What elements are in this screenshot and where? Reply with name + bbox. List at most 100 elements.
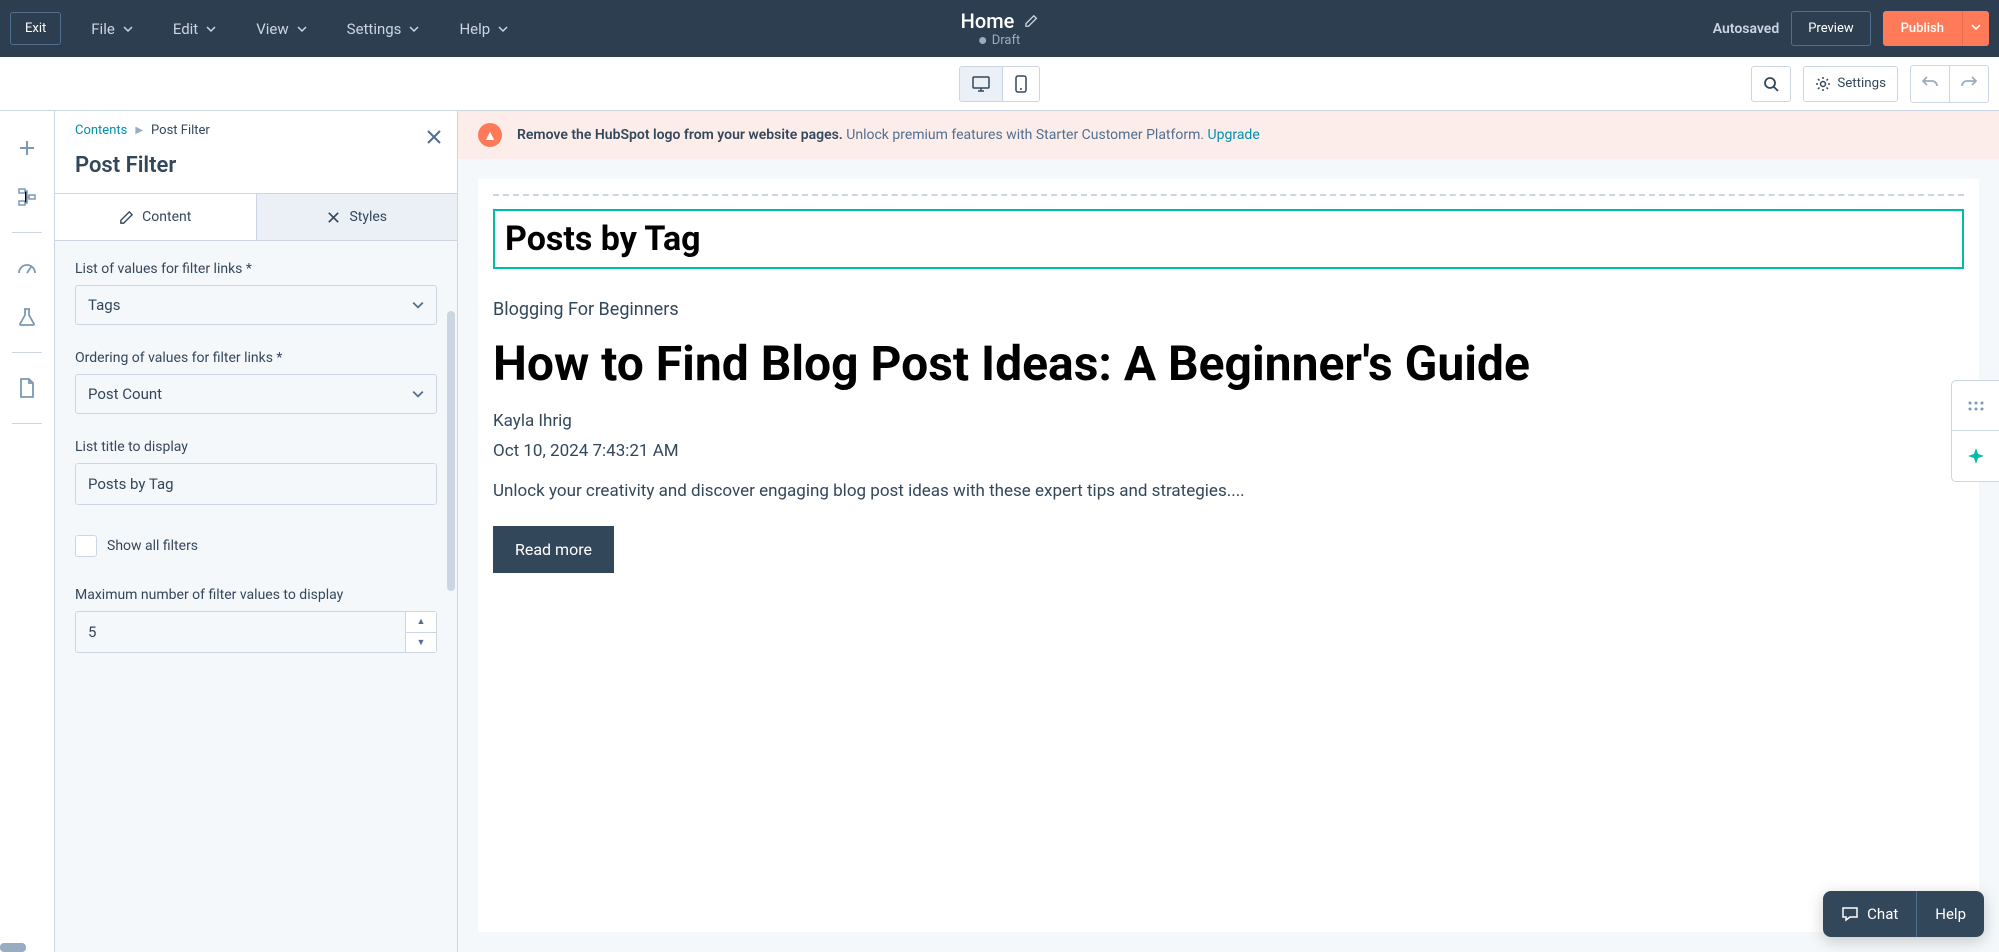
sparkle-icon: [1966, 446, 1986, 466]
draft-label: Draft: [992, 33, 1021, 48]
banner-light: Unlock premium features with Starter Cus…: [843, 127, 1208, 143]
rail-divider: [12, 232, 42, 233]
tab-content[interactable]: Content: [55, 194, 257, 240]
publish-dropdown-button[interactable]: [1962, 11, 1989, 46]
drop-zone-indicator: [493, 194, 1964, 199]
rail-divider: [12, 352, 42, 353]
menu-file[interactable]: File: [91, 20, 133, 38]
mobile-view-button[interactable]: [1003, 67, 1039, 101]
number-stepper: ▲ ▼: [405, 611, 437, 653]
menu-bar: File Edit View Settings Help: [91, 20, 508, 38]
desktop-view-button[interactable]: [960, 67, 1003, 101]
grip-icon: [1967, 400, 1985, 412]
contents-tool-button[interactable]: [5, 175, 49, 219]
undo-button[interactable]: [1911, 66, 1950, 102]
edit-icon[interactable]: [1024, 14, 1038, 28]
menu-settings[interactable]: Settings: [347, 20, 420, 38]
status-dot-icon: [979, 37, 986, 44]
menu-view[interactable]: View: [256, 20, 306, 38]
redo-button[interactable]: [1950, 66, 1988, 102]
second-bar-right: Settings: [1751, 65, 1989, 103]
settings-button[interactable]: Settings: [1803, 66, 1898, 102]
chevron-down-icon: [297, 24, 307, 34]
file-icon: [17, 377, 37, 399]
ordering-select[interactable]: Post Count: [75, 374, 437, 414]
canvas-area: ▲ Remove the HubSpot logo from your webs…: [458, 111, 1999, 952]
menu-help[interactable]: Help: [459, 20, 508, 38]
breadcrumb-root[interactable]: Contents: [75, 123, 127, 138]
left-tool-rail: [0, 111, 55, 952]
device-bar: Settings: [0, 57, 1999, 111]
chat-button[interactable]: Chat: [1823, 891, 1917, 937]
blog-excerpt: Unlock your creativity and discover enga…: [493, 481, 1964, 501]
title-label: List title to display: [75, 439, 437, 455]
page-canvas[interactable]: Posts by Tag Blogging For Beginners How …: [478, 179, 1979, 932]
optimize-tool-button[interactable]: [5, 246, 49, 290]
add-tool-button[interactable]: [5, 126, 49, 170]
help-button[interactable]: Help: [1917, 891, 1984, 937]
selected-module[interactable]: Posts by Tag: [493, 209, 1964, 269]
page-title-block: Home Draft: [961, 9, 1039, 48]
publish-group: Publish: [1883, 11, 1989, 46]
title-input[interactable]: [75, 463, 437, 505]
desktop-icon: [972, 76, 990, 92]
posts-by-tag-heading: Posts by Tag: [505, 219, 1952, 259]
gear-icon: [1815, 76, 1831, 92]
tab-styles[interactable]: Styles: [257, 194, 458, 240]
rail-divider: [12, 423, 42, 424]
blog-date: Oct 10, 2024 7:43:21 AM: [493, 441, 1964, 461]
list-values-select[interactable]: Tags: [75, 285, 437, 325]
panel-title: Post Filter: [55, 148, 457, 193]
stepper-up-button[interactable]: ▲: [406, 612, 436, 633]
publish-button[interactable]: Publish: [1883, 11, 1962, 46]
max-number-input[interactable]: [75, 611, 405, 653]
search-button[interactable]: [1751, 66, 1791, 102]
chevron-down-icon: [409, 24, 419, 34]
preview-button[interactable]: Preview: [1791, 11, 1870, 46]
chevron-down-icon: [412, 388, 424, 400]
list-values-value: Tags: [88, 296, 120, 314]
top-toolbar: Exit File Edit View Settings Help Home D…: [0, 0, 1999, 57]
chevron-right-icon: ▶: [135, 125, 143, 136]
settings-label: Settings: [1837, 76, 1886, 91]
tree-icon: [16, 186, 38, 208]
show-filters-row: Show all filters: [75, 535, 437, 557]
menu-help-label: Help: [459, 20, 490, 38]
grid-handle-button[interactable]: [1952, 381, 1999, 431]
show-filters-toggle[interactable]: [75, 535, 97, 557]
close-icon: [426, 129, 442, 145]
right-float-rail: [1951, 380, 1999, 482]
close-panel-button[interactable]: [426, 126, 442, 150]
upgrade-banner: ▲ Remove the HubSpot logo from your webs…: [458, 111, 1999, 159]
undo-icon: [1922, 75, 1938, 89]
blog-category[interactable]: Blogging For Beginners: [493, 299, 1964, 320]
chevron-down-icon: [206, 24, 216, 34]
breadcrumb: Contents ▶ Post Filter: [75, 123, 437, 138]
chevron-down-icon: [412, 299, 424, 311]
exit-button[interactable]: Exit: [10, 12, 61, 45]
page-title[interactable]: Home: [961, 9, 1015, 33]
test-tool-button[interactable]: [5, 295, 49, 339]
read-more-button[interactable]: Read more: [493, 526, 614, 573]
chat-widget: Chat Help: [1823, 891, 1984, 937]
tab-styles-label: Styles: [349, 209, 387, 225]
file-tool-button[interactable]: [5, 366, 49, 410]
menu-edit[interactable]: Edit: [173, 20, 216, 38]
list-values-label: List of values for filter links *: [75, 261, 437, 277]
panel-scrollbar[interactable]: [447, 311, 457, 942]
pencil-icon: [119, 210, 134, 225]
menu-view-label: View: [256, 20, 288, 38]
stepper-down-button[interactable]: ▼: [406, 633, 436, 653]
device-toggle: [959, 66, 1040, 102]
chevron-down-icon: [1971, 22, 1981, 32]
blog-headline[interactable]: How to Find Blog Post Ideas: A Beginner'…: [493, 335, 1964, 393]
upgrade-link[interactable]: Upgrade: [1208, 127, 1260, 143]
bottom-scrollbar[interactable]: [0, 943, 26, 952]
show-filters-label: Show all filters: [107, 538, 198, 554]
brush-icon: [326, 210, 341, 225]
ai-sparkle-button[interactable]: [1952, 431, 1999, 481]
autosaved-label: Autosaved: [1713, 21, 1780, 37]
banner-bold: Remove the HubSpot logo from your websit…: [517, 127, 843, 143]
flask-icon: [16, 306, 38, 328]
panel-body: List of values for filter links * Tags O…: [55, 241, 457, 952]
